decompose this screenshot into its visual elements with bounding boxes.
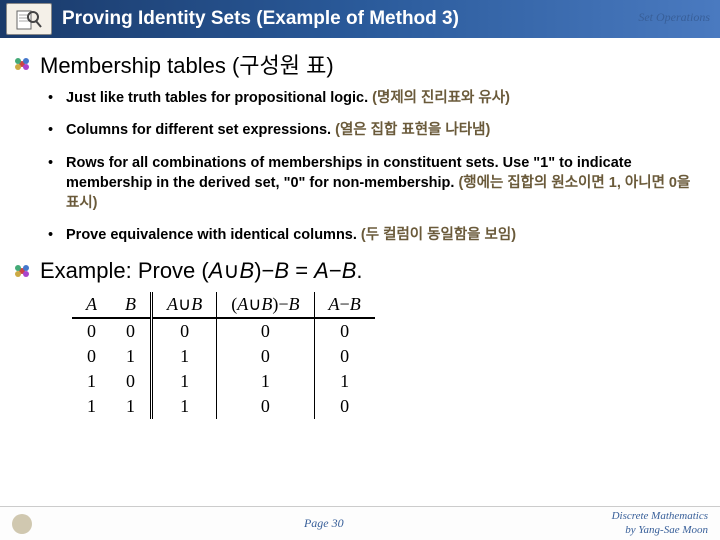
h2-dot: . [356, 258, 362, 283]
table-row: 0 0 0 0 0 [72, 318, 375, 344]
flower-bullet-icon [12, 262, 32, 280]
footer-credit-2: by Yang-Sae Moon [612, 524, 708, 537]
cell: 1 [111, 344, 152, 369]
col-A: A [72, 292, 111, 318]
bullet-1-text: Just like truth tables for propositional… [66, 88, 702, 108]
col-AmB: A−B [314, 292, 375, 318]
h2-pre: Example: Prove ( [40, 258, 209, 283]
bullet-dot-icon: • [48, 153, 66, 214]
cell: 0 [217, 394, 314, 419]
bullet-dot-icon: • [48, 225, 66, 245]
bullet-1-main: Just like truth tables for propositional… [66, 90, 372, 106]
search-doc-icon [15, 7, 43, 31]
col-B: B [111, 292, 152, 318]
cell: 0 [111, 318, 152, 344]
footer-logo [12, 514, 36, 534]
bullet-4-text: Prove equivalence with identical columns… [66, 225, 702, 245]
col-AuB: A∪B [152, 292, 217, 318]
h2-B2: B [274, 258, 289, 283]
heading-1-text: Membership tables (구성원 표) [40, 48, 334, 80]
cell: 0 [111, 369, 152, 394]
h2-A2: A [314, 258, 329, 283]
table-row: 1 1 1 0 0 [72, 394, 375, 419]
cell: 1 [152, 344, 217, 369]
cell: 0 [217, 318, 314, 344]
section-heading-2: Example: Prove (A∪B)−B = A−B. [12, 258, 702, 284]
bullet-list: • Just like truth tables for proposition… [48, 88, 702, 246]
bullet-2-main: Columns for different set expressions. [66, 122, 335, 138]
bullet-3-text: Rows for all combinations of memberships… [66, 153, 702, 214]
section-heading-1: Membership tables (구성원 표) [12, 48, 702, 80]
bullet-2-kor: (열은 집합 표현을 나타냄) [335, 122, 490, 138]
list-item: • Prove equivalence with identical colum… [48, 225, 702, 245]
table-row: 0 1 1 0 0 [72, 344, 375, 369]
cell: 1 [152, 394, 217, 419]
list-item: • Rows for all combinations of membershi… [48, 153, 702, 214]
bullet-1-kor: (명제의 진리표와 유사) [372, 90, 510, 106]
h2-minus: − [329, 258, 342, 283]
cell: 0 [152, 318, 217, 344]
membership-table: A B A∪B (A∪B)−B A−B 0 0 0 0 0 [72, 292, 375, 419]
content-area: Membership tables (구성원 표) • Just like tr… [0, 38, 720, 419]
list-item: • Just like truth tables for proposition… [48, 88, 702, 108]
header-section-label: Set Operations [638, 10, 710, 25]
footer-credit: Discrete Mathematics by Yang-Sae Moon [612, 510, 708, 536]
bullet-dot-icon: • [48, 120, 66, 140]
university-badge-icon [12, 514, 32, 534]
h2-m1: )− [254, 258, 274, 283]
heading-2-text: Example: Prove (A∪B)−B = A−B. [40, 258, 363, 284]
table-body: 0 0 0 0 0 0 1 1 0 0 1 0 1 1 1 1 [72, 318, 375, 419]
cell: 0 [314, 394, 375, 419]
cell: 1 [72, 369, 111, 394]
cell: 1 [217, 369, 314, 394]
page-number: Page 30 [304, 516, 344, 531]
cell: 1 [72, 394, 111, 419]
bullet-4-main: Prove equivalence with identical columns… [66, 227, 361, 243]
cell: 0 [217, 344, 314, 369]
h2-B3: B [342, 258, 357, 283]
cell: 1 [111, 394, 152, 419]
list-item: • Columns for different set expressions.… [48, 120, 702, 140]
footer-credit-1: Discrete Mathematics [612, 510, 708, 523]
cell: 1 [152, 369, 217, 394]
flower-bullet-icon [12, 55, 32, 73]
bullet-4-kor: (두 컬럼이 동일함을 보임) [361, 227, 516, 243]
table-row: 1 0 1 1 1 [72, 369, 375, 394]
title-icon [6, 3, 52, 35]
bullet-2-text: Columns for different set expressions. (… [66, 120, 702, 140]
cell: 1 [314, 369, 375, 394]
cell: 0 [72, 344, 111, 369]
cell: 0 [72, 318, 111, 344]
cell: 0 [314, 318, 375, 344]
table-header-row: A B A∪B (A∪B)−B A−B [72, 292, 375, 318]
cell: 0 [314, 344, 375, 369]
h2-A1: A [209, 258, 224, 283]
bullet-dot-icon: • [48, 88, 66, 108]
h2-cup: ∪ [223, 258, 239, 283]
footer: Page 30 Discrete Mathematics by Yang-Sae… [0, 506, 720, 540]
title-bar: Proving Identity Sets (Example of Method… [0, 0, 720, 38]
h2-B1: B [240, 258, 255, 283]
col-AuBmB: (A∪B)−B [217, 292, 314, 318]
slide-title: Proving Identity Sets (Example of Method… [62, 8, 459, 30]
h2-eq: = [289, 258, 314, 283]
